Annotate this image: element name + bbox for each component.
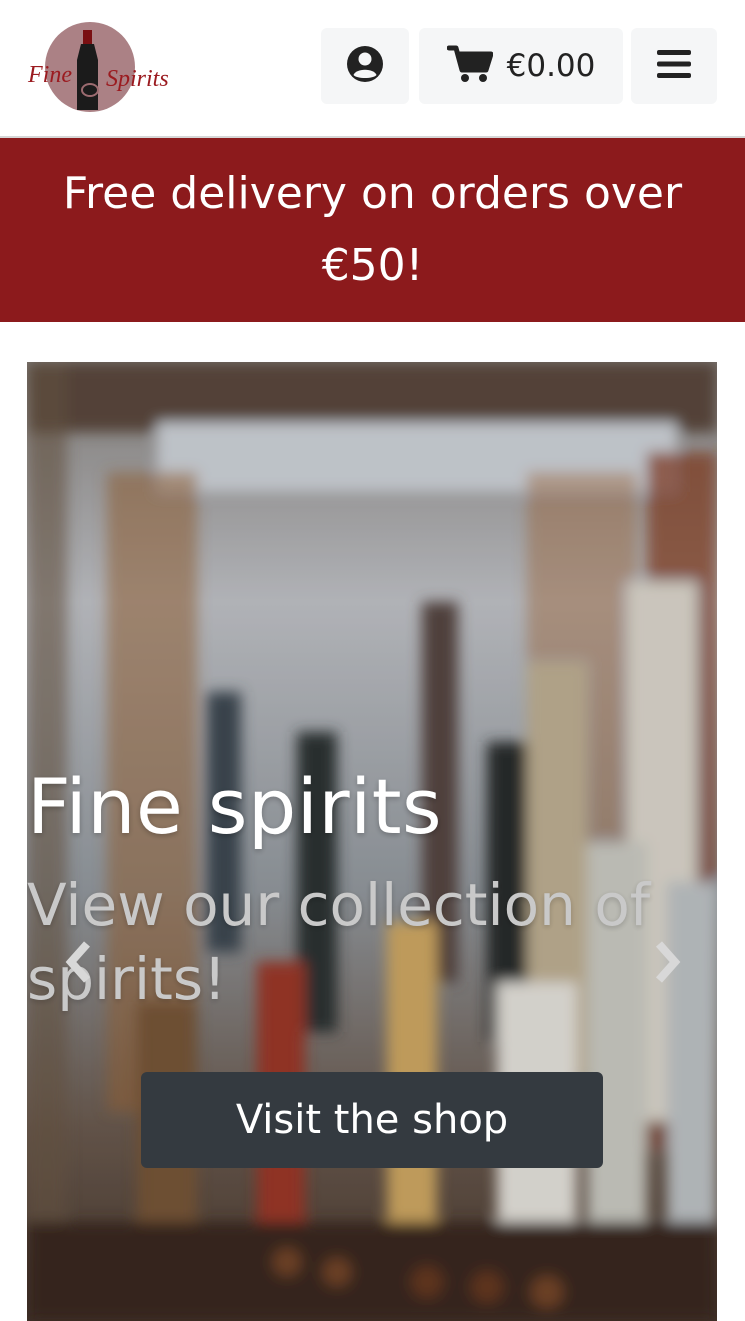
visit-shop-button[interactable]: Visit the shop [141,1072,603,1168]
hero-title: Fine spirits [27,762,443,851]
delivery-banner: Free delivery on orders over €50! [0,138,745,322]
account-button[interactable] [321,28,409,104]
hero-subtitle: View our collection of spirits! [27,871,651,1013]
svg-text:Spirits: Spirits [106,66,169,92]
hamburger-menu-icon [656,48,692,84]
carousel-prev-button[interactable] [59,940,99,988]
chevron-left-icon [63,940,95,988]
carousel-next-button[interactable] [647,940,687,988]
cart-total: €0.00 [506,48,596,84]
delivery-banner-text: Free delivery on orders over €50! [62,168,683,291]
menu-toggle-button[interactable] [631,28,717,104]
cart-button[interactable]: €0.00 [419,28,623,104]
hero-carousel: Fine spirits View our collection of spir… [27,362,717,1321]
site-logo[interactable]: Fine Spirits [26,20,176,116]
svg-text:Fine: Fine [27,62,72,88]
shopping-cart-icon [446,44,494,88]
user-circle-icon [345,44,385,88]
chevron-right-icon [651,940,683,988]
site-header: Fine Spirits €0.00 [0,0,745,138]
